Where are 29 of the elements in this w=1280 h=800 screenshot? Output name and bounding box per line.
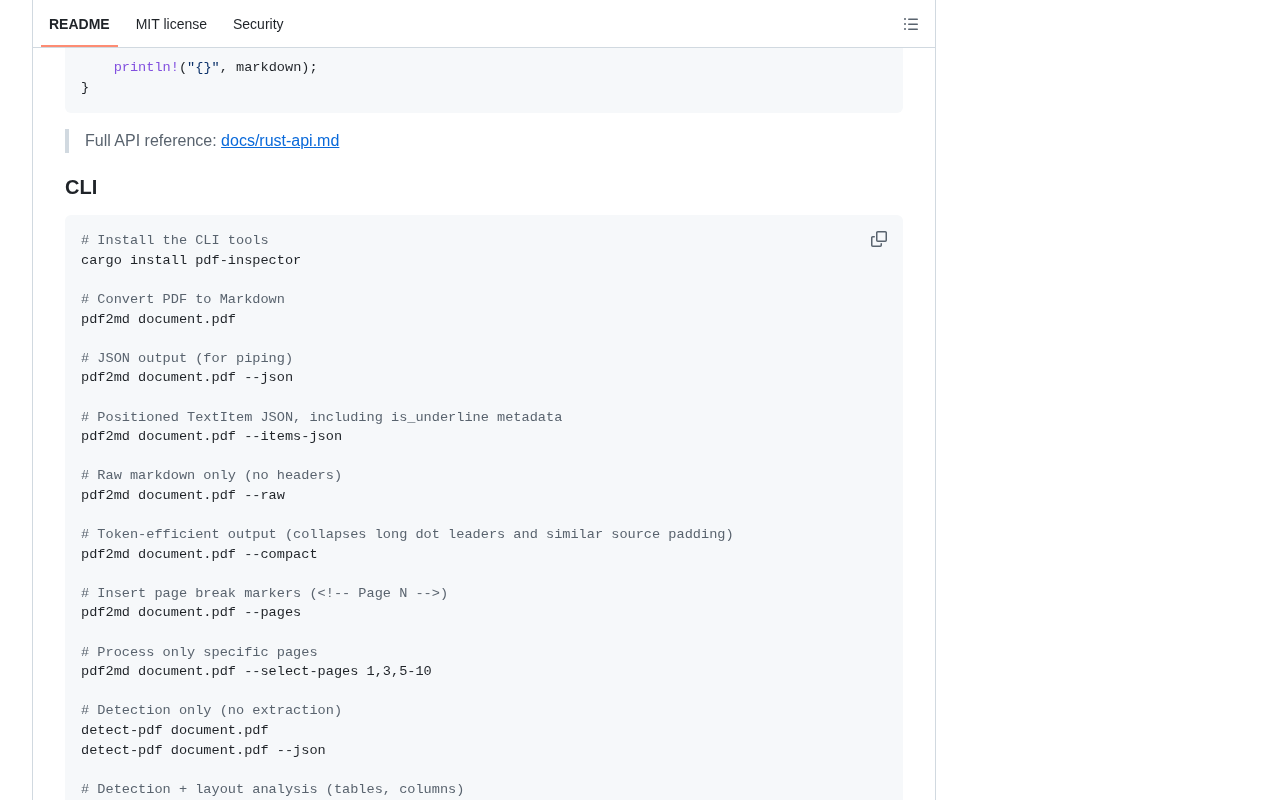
quote-text: Full API reference: docs/rust-api.md — [85, 131, 340, 152]
tab[interactable]: Security — [225, 0, 292, 47]
code-line: detect-pdf document.pdf --json — [81, 741, 326, 760]
code-line: detect-pdf document.pdf — [81, 722, 269, 741]
code-line: pdf2md document.pdf --raw — [81, 486, 285, 505]
code-comment: # JSON output (for piping) — [81, 349, 294, 368]
code-line: cargo install pdf-inspector — [81, 251, 302, 270]
code-line: println!("{}", markdown); — [112, 59, 318, 77]
code-comment: # Token-efficient output (collapses long dot leaders and similar source padding) — [81, 526, 734, 545]
code-line: } — [81, 78, 90, 97]
code-line: pdf2md document.pdf --pages — [81, 604, 302, 623]
copy-icon — [871, 231, 887, 248]
code-comment: # Insert page break markers (<!-- Page N -->) — [81, 584, 449, 603]
code-line: pdf2md document.pdf — [81, 310, 236, 329]
code-comment: # Convert PDF to Markdown — [81, 290, 285, 309]
section-heading: CLI — [65, 175, 98, 201]
list-icon — [904, 17, 918, 30]
code-comment: # Raw markdown only (no headers) — [81, 467, 343, 486]
code-comment: # Install the CLI tools — [81, 232, 269, 251]
code-comment: # Detection + layout analysis (tables, columns) — [81, 780, 465, 799]
code-comment: # Positioned TextItem JSON, including is_underline metadata — [81, 408, 563, 427]
code-line: pdf2md document.pdf --json — [81, 369, 294, 388]
code-line: pdf2md document.pdf --items-json — [81, 428, 343, 447]
code-line: pdf2md document.pdf --select-pages 1,3,5-10 — [81, 663, 432, 682]
code-comment: # Process only specific pages — [81, 643, 318, 662]
code-line: pdf2md document.pdf --compact — [81, 545, 318, 564]
docs-link[interactable]: docs/rust-api.md — [221, 132, 340, 150]
tab[interactable]: MIT license — [127, 0, 215, 47]
code-comment: # Detection only (no extraction) — [81, 702, 343, 721]
